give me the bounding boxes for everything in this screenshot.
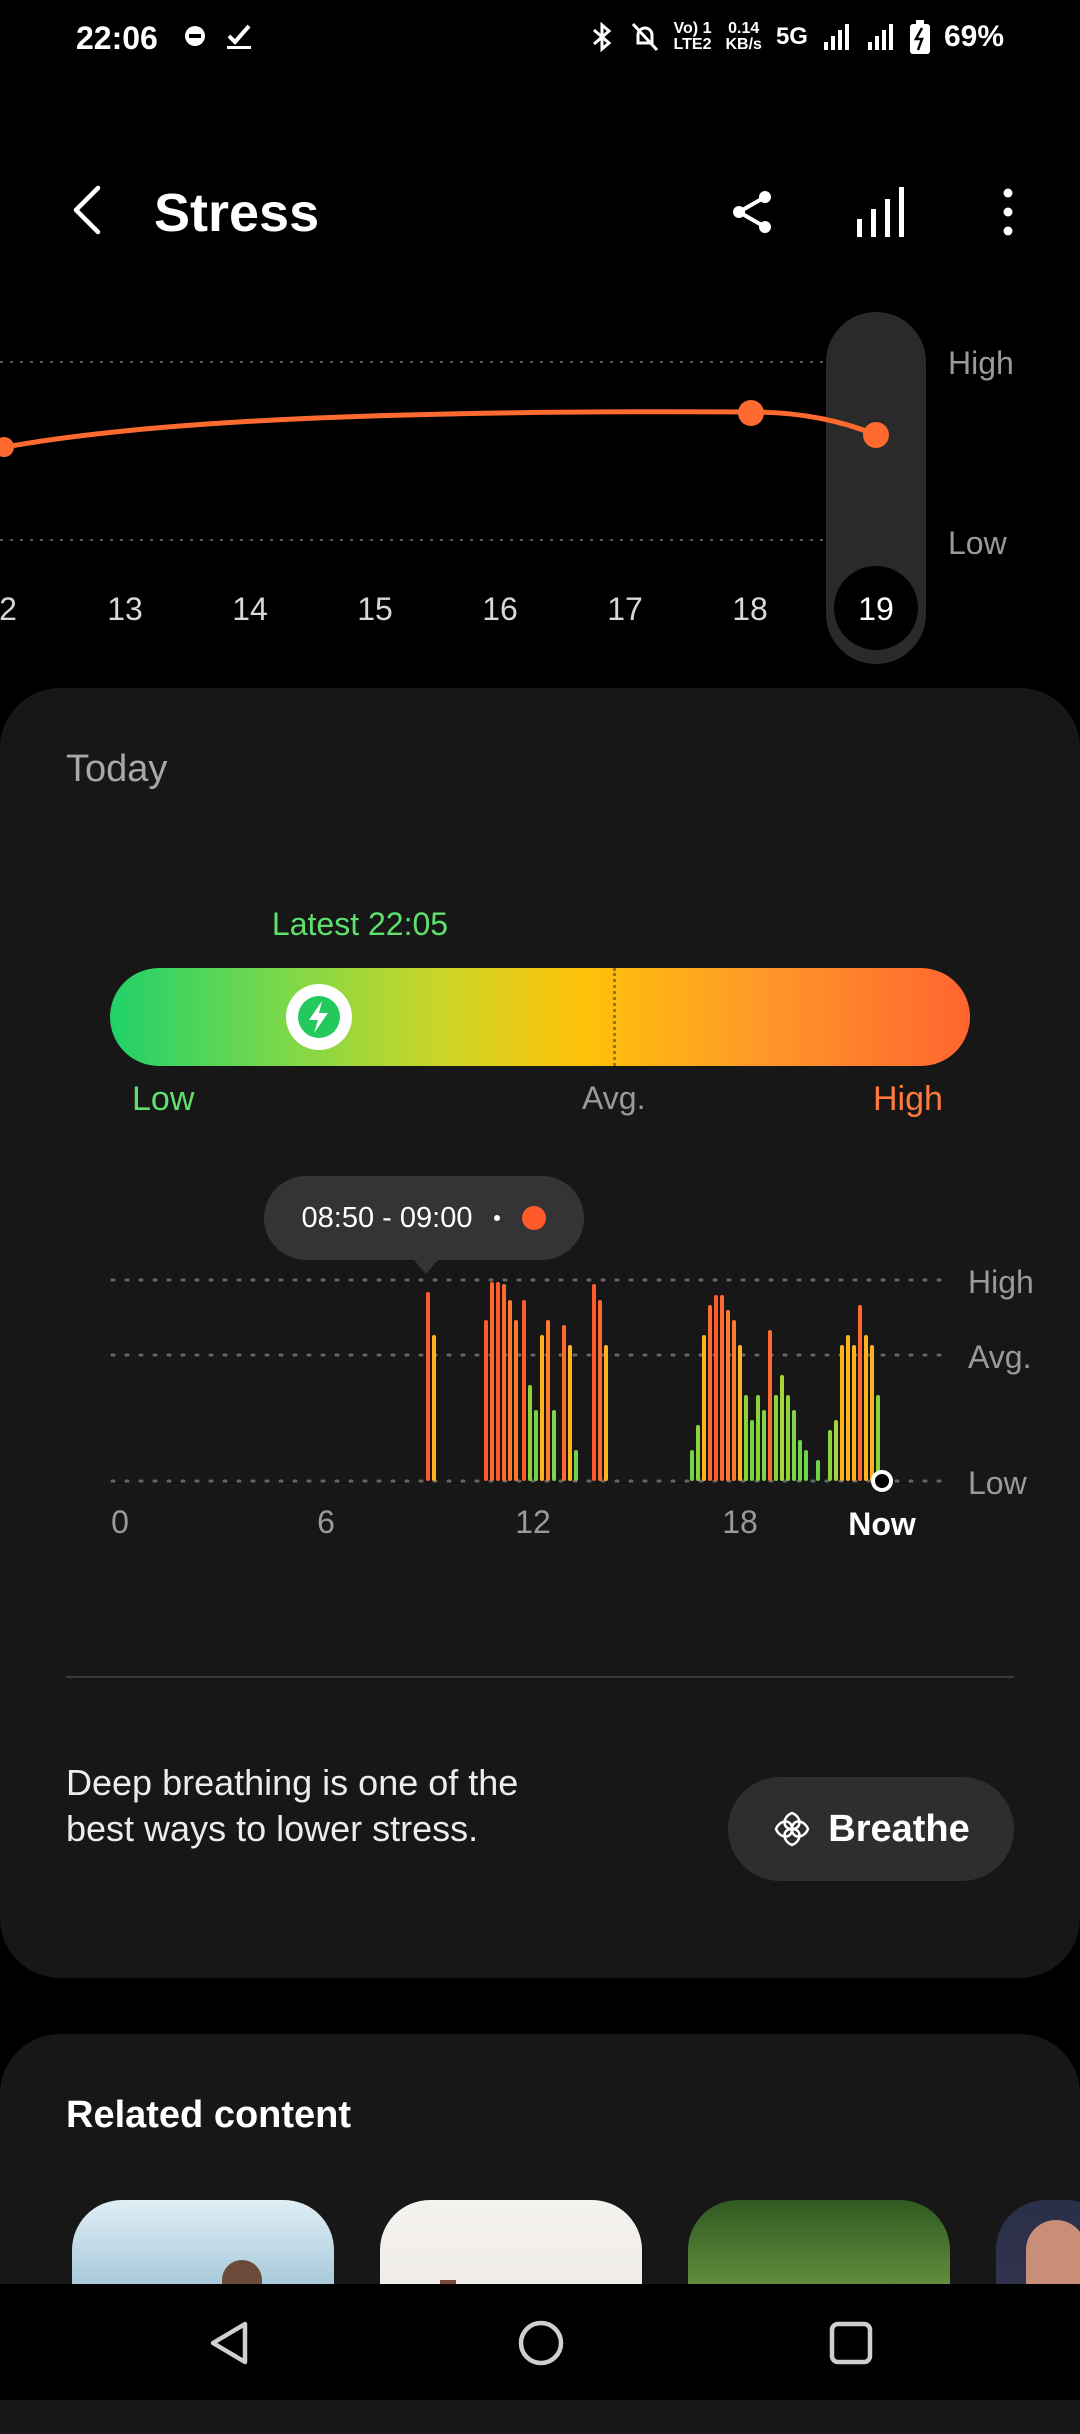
stress-bar[interactable] [708,1305,712,1481]
stress-bar[interactable] [840,1345,844,1481]
stress-bar[interactable] [604,1345,608,1481]
stress-bar[interactable] [864,1335,868,1481]
stress-bar[interactable] [546,1320,550,1481]
stress-bar[interactable] [732,1320,736,1481]
nav-recents-icon [829,2321,873,2365]
stress-bar[interactable] [876,1395,880,1481]
nav-back-button[interactable] [194,2308,264,2378]
stress-bar[interactable] [870,1345,874,1481]
breathing-tip: Deep breathing is one of the best ways t… [66,1762,519,1849]
stress-bar[interactable] [852,1345,856,1481]
stress-bar[interactable] [798,1440,802,1481]
breathe-button[interactable]: Breathe [728,1777,1014,1881]
stress-bar[interactable] [702,1335,706,1481]
stress-bar[interactable] [756,1395,760,1481]
stress-bar[interactable] [786,1395,790,1481]
stress-bar[interactable] [744,1395,748,1481]
stress-bar[interactable] [792,1410,796,1481]
stress-bar[interactable] [696,1425,700,1481]
daily-bars [426,1282,880,1481]
stress-bar[interactable] [528,1385,532,1481]
stress-bar[interactable] [774,1395,778,1481]
stress-bar[interactable] [562,1325,566,1481]
daily-level-low: Low [968,1465,1028,1501]
stress-bar[interactable] [738,1345,742,1481]
daily-level-high: High [968,1264,1034,1300]
stress-bar[interactable] [690,1450,694,1481]
nav-home-icon [518,2320,564,2366]
stress-bar[interactable] [496,1282,500,1481]
axis-label-18: 18 [722,1504,758,1540]
breathe-icon [774,1811,810,1847]
stress-bar[interactable] [714,1295,718,1481]
daily-level-avg: Avg. [968,1339,1031,1375]
stress-bar[interactable] [750,1420,754,1481]
stress-bar[interactable] [508,1300,512,1481]
stress-bar[interactable] [846,1335,850,1481]
now-marker [871,1470,893,1492]
stress-bar[interactable] [574,1450,578,1481]
stress-bar[interactable] [780,1375,784,1481]
breathe-label: Breathe [828,1807,970,1850]
stress-bar[interactable] [598,1300,602,1481]
stress-bar[interactable] [534,1410,538,1481]
stress-bar[interactable] [720,1295,724,1481]
stress-bar[interactable] [762,1410,766,1481]
axis-label-0: 0 [111,1504,129,1540]
stress-bar[interactable] [726,1310,730,1481]
nav-home-button[interactable] [506,2308,576,2378]
stress-bar[interactable] [768,1330,772,1481]
stress-bar[interactable] [426,1292,430,1481]
stress-bar[interactable] [568,1345,572,1481]
stress-bar[interactable] [514,1320,518,1481]
axis-label-now: Now [848,1506,916,1542]
stress-bar[interactable] [804,1450,808,1481]
stress-bar[interactable] [834,1420,838,1481]
daily-stress-bar-chart: High Avg. Low 0 6 12 18 Now [110,1264,1034,1542]
nav-recents-button[interactable] [816,2308,886,2378]
stress-bar[interactable] [828,1430,832,1481]
stress-bar[interactable] [502,1284,506,1481]
stress-bar[interactable] [522,1300,526,1481]
navigation-bar [0,2284,1080,2400]
card-divider [66,1676,1014,1678]
related-content-title: Related content [66,2094,352,2136]
stress-bar[interactable] [490,1282,494,1481]
stress-bar[interactable] [592,1284,596,1481]
nav-back-icon [210,2321,248,2365]
stress-bar[interactable] [540,1335,544,1481]
axis-label-12: 12 [515,1504,551,1540]
stress-bar[interactable] [816,1460,820,1481]
stress-bar[interactable] [858,1305,862,1481]
stress-bar[interactable] [552,1410,556,1481]
stress-bar[interactable] [432,1335,436,1481]
axis-label-6: 6 [317,1504,335,1540]
stress-bar[interactable] [484,1320,488,1481]
